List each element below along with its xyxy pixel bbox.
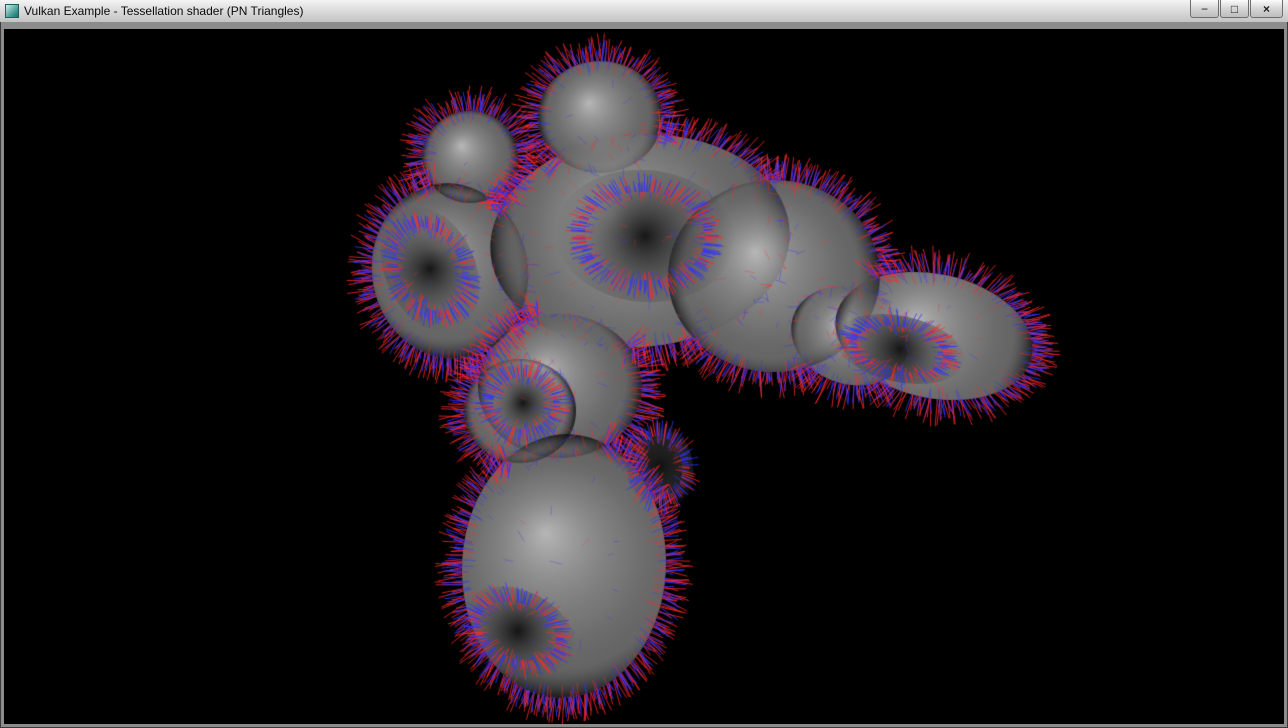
render-viewport[interactable]: [4, 29, 1284, 724]
titlebar[interactable]: Vulkan Example - Tessellation shader (PN…: [0, 0, 1288, 22]
app-window: Vulkan Example - Tessellation shader (PN…: [0, 0, 1288, 728]
app-icon: [5, 4, 19, 18]
maximize-button[interactable]: □: [1220, 0, 1249, 18]
minimize-button[interactable]: −: [1190, 0, 1219, 18]
window-title: Vulkan Example - Tessellation shader (PN…: [24, 4, 303, 18]
window-frame: [0, 22, 1288, 29]
maximize-icon: □: [1231, 2, 1238, 16]
close-icon: ×: [1263, 2, 1270, 16]
window-controls: − □ ×: [1190, 0, 1283, 18]
close-button[interactable]: ×: [1250, 0, 1283, 18]
minimize-icon: −: [1201, 2, 1208, 16]
vulkan-render-canvas[interactable]: [4, 29, 1284, 724]
